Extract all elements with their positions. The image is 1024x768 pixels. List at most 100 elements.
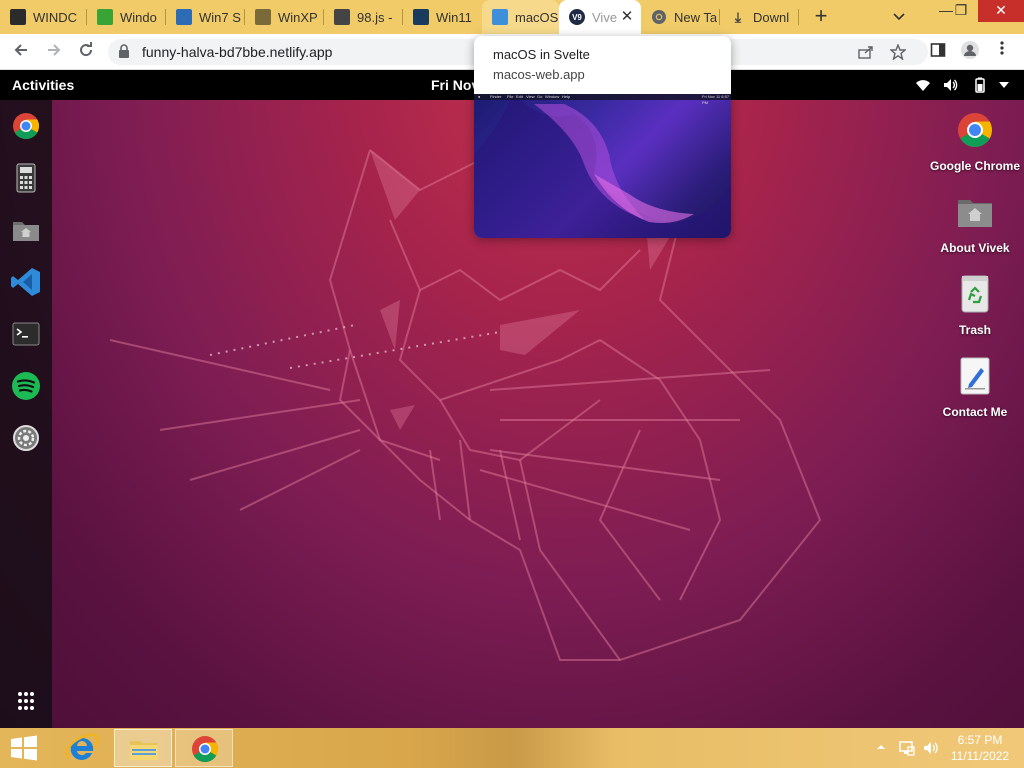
dock-vscode[interactable]: [10, 266, 42, 298]
download-tab-icon: ⤓: [734, 8, 742, 25]
tab-title: Win11: [436, 9, 472, 25]
dock-chrome[interactable]: [10, 110, 42, 142]
dock-files[interactable]: [10, 214, 42, 246]
tab-win11[interactable]: Win11: [403, 0, 482, 34]
dock-settings[interactable]: [10, 422, 42, 454]
windows-tab-icon: [10, 9, 26, 25]
speaker-icon[interactable]: [922, 739, 940, 757]
internet-explorer-icon[interactable]: [60, 730, 104, 766]
tab-title: New Ta: [674, 9, 718, 25]
tab-hover-card: macOS in Svelte macos-web.app ● Finder F…: [474, 36, 731, 238]
profile-button[interactable]: [958, 40, 982, 64]
desktop-icon-label: Google Chrome: [929, 159, 1020, 173]
taskbar-time[interactable]: 6:57 PM: [950, 733, 1010, 747]
volume-icon[interactable]: [942, 77, 958, 93]
taskbar-date[interactable]: 11/11/2022: [950, 749, 1010, 763]
lock-icon[interactable]: [118, 44, 130, 58]
tab-downloads[interactable]: ⤓ Downl: [720, 0, 799, 34]
folder-icon: [130, 741, 158, 760]
winxp-tab-icon: [255, 9, 271, 25]
wifi-icon[interactable]: [915, 77, 931, 93]
tab-macos[interactable]: macOS: [482, 0, 559, 34]
ubuntu-dock: [0, 100, 52, 728]
system-tray: [872, 738, 942, 758]
preview-menubar: ● Finder File Edit View Go Window Help F…: [474, 94, 731, 105]
chrome-icon: [958, 113, 992, 147]
kebab-menu-icon: [1000, 41, 1004, 55]
terminal-dock-icon: [12, 322, 40, 346]
finder-tab-icon: [492, 9, 508, 25]
side-panel-icon: [930, 43, 946, 57]
preview-clock: Fri Nov 11 6:57 PM: [702, 94, 730, 105]
dock-calculator[interactable]: [10, 162, 42, 194]
windows-green-tab-icon: [97, 9, 113, 25]
maximize-button[interactable]: ❐: [945, 0, 977, 22]
tab-title: Downl: [753, 9, 790, 25]
tab-title: Vive: [592, 9, 618, 25]
tray-expand-icon[interactable]: [876, 742, 886, 752]
window-close-button[interactable]: ✕: [978, 0, 1024, 22]
tab-win7[interactable]: Win7 S: [166, 0, 245, 34]
desktop-icon-contact-me[interactable]: Contact Me: [925, 356, 1024, 419]
win7-tab-icon: [176, 9, 192, 25]
preview-menu-item: Help: [562, 94, 571, 99]
trash-icon: [961, 275, 989, 313]
reload-button[interactable]: [74, 40, 98, 64]
calculator-dock-icon: [16, 163, 36, 193]
chrome-taskbar-icon: [192, 736, 219, 763]
avatar-icon: [961, 41, 979, 59]
tab-search-button[interactable]: [888, 7, 910, 27]
hover-card-preview: ● Finder File Edit View Go Window Help F…: [474, 94, 731, 238]
tab-winxp[interactable]: WinXP: [245, 0, 324, 34]
new-tab-button[interactable]: +: [808, 5, 834, 29]
tab-title: 98.js -: [357, 9, 393, 25]
tab-title: WINDC: [33, 9, 78, 25]
files-dock-icon: [13, 222, 39, 241]
spotify-dock-icon: [12, 372, 40, 400]
url-text[interactable]: funny-halva-bd7bbe.netlify.app: [142, 44, 332, 60]
tab-windc[interactable]: WINDC: [0, 0, 87, 34]
tab-vivek[interactable]: V9 Vive ✕: [559, 0, 641, 34]
gnome-clock[interactable]: Fri Nov: [431, 77, 479, 93]
back-button[interactable]: [9, 40, 33, 64]
desktop-icon-about-vivek[interactable]: About Vivek: [925, 192, 1024, 255]
dock-show-apps[interactable]: [10, 690, 42, 714]
side-panel-button[interactable]: [926, 40, 950, 64]
tab-windows[interactable]: Windo: [87, 0, 166, 34]
menu-button[interactable]: [990, 40, 1014, 64]
desktop-icon-label: Trash: [958, 323, 991, 337]
battery-icon[interactable]: [972, 77, 988, 93]
98js-tab-icon: [334, 9, 350, 25]
app-grid-icon: [18, 692, 34, 710]
preview-apple-icon: ●: [478, 94, 481, 99]
preview-menu-item: Finder: [490, 94, 502, 99]
tab-new-tab[interactable]: New Ta: [641, 0, 720, 34]
tab-98js[interactable]: 98.js -: [324, 0, 403, 34]
chrome-tab-icon: [651, 9, 667, 25]
activities-button[interactable]: Activities: [12, 77, 74, 93]
hover-card-title: macOS in Svelte: [493, 47, 590, 62]
desktop-icon-label: Contact Me: [942, 405, 1008, 419]
desktop-icon-label: About Vivek: [940, 241, 1010, 255]
share-icon[interactable]: [858, 45, 874, 59]
desktop-icon-google-chrome[interactable]: Google Chrome: [925, 110, 1024, 173]
tab-title: Windo: [120, 9, 157, 25]
file-explorer-taskbar-button[interactable]: [114, 729, 172, 767]
forward-button[interactable]: [42, 40, 66, 64]
win11-tab-icon: [413, 9, 429, 25]
chrome-taskbar-button[interactable]: [175, 729, 233, 767]
v9-tab-icon: V9: [569, 9, 585, 25]
dock-spotify[interactable]: [10, 370, 42, 402]
preview-menu-item: View: [526, 94, 535, 99]
bookmark-star-icon[interactable]: [890, 44, 906, 60]
tab-title: macOS: [515, 9, 559, 25]
desktop-icon-trash[interactable]: Trash: [925, 274, 1024, 337]
windows-start-icon[interactable]: [8, 734, 40, 762]
reload-icon: [80, 42, 93, 57]
close-tab-icon[interactable]: ✕: [619, 9, 635, 25]
system-menu-chevron-icon[interactable]: [996, 77, 1012, 93]
settings-dock-icon: [13, 425, 39, 451]
network-icon[interactable]: [898, 739, 916, 757]
dock-terminal[interactable]: [10, 318, 42, 350]
tab-title: WinXP: [278, 9, 318, 25]
